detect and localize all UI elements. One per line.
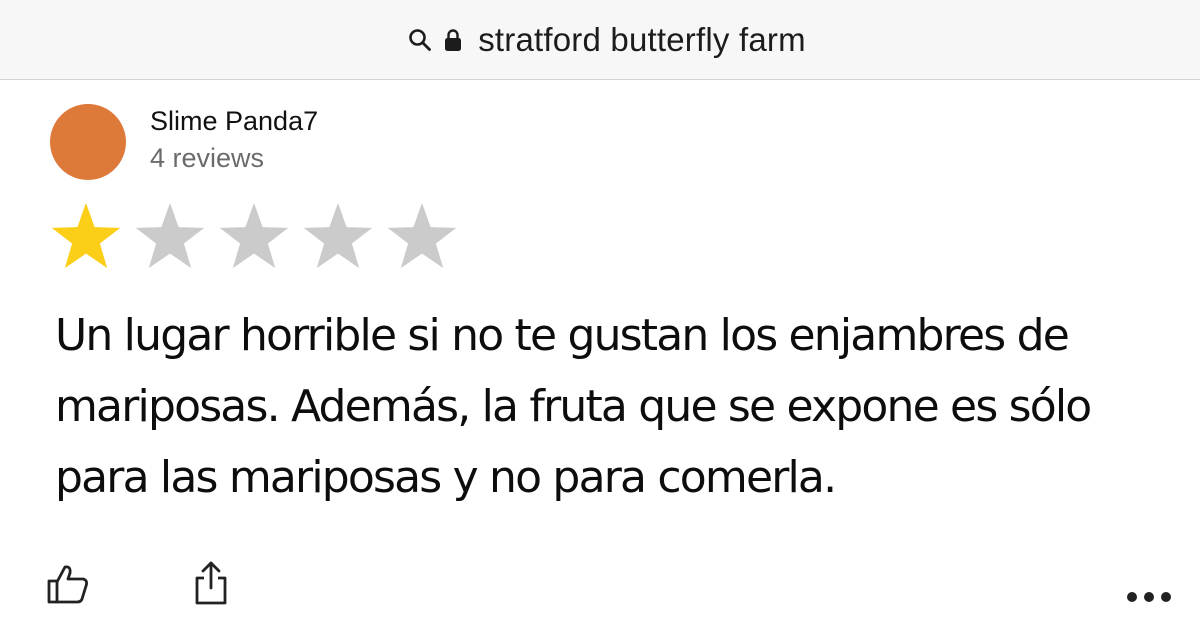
more-options-icon [1127,592,1171,602]
like-button[interactable] [46,563,90,605]
search-icon [409,28,432,51]
avatar[interactable] [50,104,126,180]
star-rating [48,200,468,274]
search-bar-content[interactable]: stratford butterfly farm [0,0,1200,79]
star-empty-icon [219,202,289,269]
star-filled-icon [51,202,121,269]
reviewer-name[interactable]: Slime Panda7 [150,106,318,137]
star-empty-icon [303,202,373,269]
star-empty-icon [387,202,457,269]
thumbs-up-icon [47,565,88,604]
search-query[interactable]: stratford butterfly farm [478,21,806,59]
search-bar[interactable]: stratford butterfly farm [0,0,1200,80]
share-button[interactable] [193,560,229,606]
star-empty-icon [135,202,205,269]
more-options-button[interactable] [1124,586,1174,608]
lock-icon [445,28,462,51]
share-icon [195,561,227,605]
review-text: Un lugar horrible si no te gustan los en… [55,310,1092,503]
reviewer-review-count: 4 reviews [150,143,265,173]
